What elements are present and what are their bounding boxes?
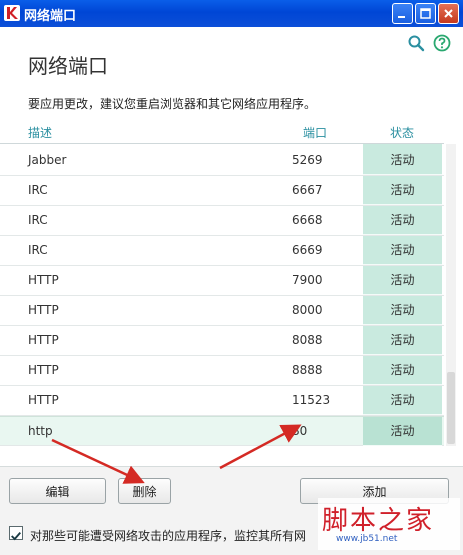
row-description: HTTP	[28, 273, 59, 287]
maximize-button[interactable]	[415, 3, 436, 24]
row-description: HTTP	[28, 333, 59, 347]
row-status[interactable]: 活动	[363, 356, 442, 385]
row-port: 11523	[292, 393, 331, 407]
row-port: 8088	[292, 333, 323, 347]
row-port: 6668	[292, 213, 323, 227]
restart-notice: 要应用更改，建议您重启浏览器和其它网络应用程序。	[28, 97, 317, 111]
watermark-url: www.jb51.net	[336, 534, 398, 544]
row-description: IRC	[28, 213, 48, 227]
row-port: 80	[292, 424, 308, 438]
column-header-port[interactable]: 端口	[303, 124, 327, 141]
row-description: HTTP	[28, 363, 59, 377]
minimize-button[interactable]	[392, 3, 413, 24]
row-status[interactable]: 活动	[363, 236, 442, 265]
title-bar: 网络端口	[0, 0, 463, 27]
row-description: IRC	[28, 183, 48, 197]
scrollbar-thumb[interactable]	[447, 372, 455, 444]
row-status[interactable]: 活动	[363, 146, 442, 175]
table-row[interactable]: HTTP 8000 活动	[0, 296, 444, 326]
row-status[interactable]: 活动	[363, 326, 442, 355]
search-icon[interactable]	[407, 34, 425, 52]
row-status[interactable]: 活动	[363, 386, 442, 415]
help-icon[interactable]	[433, 34, 451, 52]
table-row[interactable]: IRC 6668 活动	[0, 206, 444, 236]
table-row[interactable]: IRC 6669 活动	[0, 236, 444, 266]
row-port: 8000	[292, 303, 323, 317]
row-port: 6669	[292, 243, 323, 257]
monitor-ports-checkbox[interactable]	[9, 526, 23, 541]
minimize-icon	[398, 16, 405, 18]
row-description: Jabber	[28, 153, 67, 167]
row-port: 5269	[292, 153, 323, 167]
watermark: 脚本之家 www.jb51.net	[318, 498, 460, 550]
row-description: http	[28, 424, 53, 438]
column-header-status[interactable]: 状态	[390, 124, 414, 141]
table-row-selected[interactable]: http 80 活动	[0, 416, 444, 446]
monitor-ports-label: 对那些可能遭受网络攻击的应用程序，监控其所有网	[30, 529, 307, 543]
maximize-icon	[420, 8, 431, 19]
table-row[interactable]: IRC 6667 活动	[0, 176, 444, 206]
row-status[interactable]: 活动	[363, 417, 442, 446]
row-status[interactable]: 活动	[363, 176, 442, 205]
close-icon	[444, 9, 453, 18]
table-row[interactable]: HTTP 7900 活动	[0, 266, 444, 296]
row-description: HTTP	[28, 303, 59, 317]
row-description: IRC	[28, 243, 48, 257]
row-port: 6667	[292, 183, 323, 197]
row-port: 7900	[292, 273, 323, 287]
page-title: 网络端口	[28, 54, 108, 78]
row-status[interactable]: 活动	[363, 266, 442, 295]
row-port: 8888	[292, 363, 323, 377]
delete-button[interactable]: 删除	[118, 478, 171, 504]
watermark-text: 脚本之家	[322, 506, 435, 536]
close-button[interactable]	[438, 3, 459, 24]
table-row[interactable]: HTTP 8888 活动	[0, 356, 444, 386]
kaspersky-k-icon	[4, 5, 20, 21]
row-description: HTTP	[28, 393, 59, 407]
checkmark-icon	[11, 531, 21, 541]
table-row[interactable]: Jabber 5269 活动	[0, 146, 444, 176]
table-row[interactable]: HTTP 8088 活动	[0, 326, 444, 356]
column-header-description[interactable]: 描述	[28, 124, 52, 141]
row-status[interactable]: 活动	[363, 296, 442, 325]
table-row[interactable]: HTTP 11523 活动	[0, 386, 444, 416]
window-title: 网络端口	[24, 9, 77, 24]
row-status[interactable]: 活动	[363, 206, 442, 235]
edit-button[interactable]: 编辑	[9, 478, 106, 504]
